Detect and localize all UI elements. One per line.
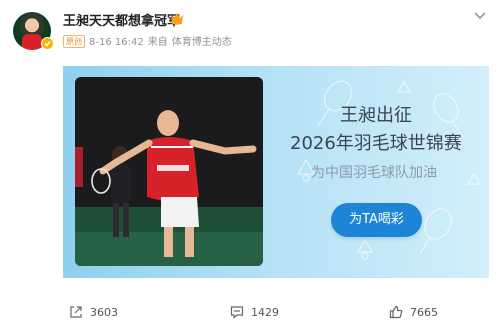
post-source[interactable]: 体育博主动态 [172,37,232,48]
post-time[interactable]: 8-16 16:42 [89,37,144,48]
repost-action[interactable]: 3603 [69,305,118,319]
banner-headline-line2: 2026年羽毛球世锦赛 [290,133,462,154]
chevron-down-icon[interactable] [470,8,490,22]
author-name[interactable]: 王昶天天都想拿冠军 [63,10,180,29]
original-tag: 原创 [63,35,85,48]
cheer-button[interactable]: 为TA喝彩 [331,203,422,237]
banner-headline-line1: 王昶出征 [340,105,412,126]
source-prefix: 来自 [147,37,168,48]
post-meta: 原创 8-16 16:42 来自 体育博主动态 [63,33,232,48]
comment-count: 1429 [251,306,279,319]
repost-icon [70,306,82,318]
comment-icon [230,306,244,319]
player-photo [75,77,263,266]
verified-badge-icon [41,37,54,50]
banner-subline: 为中国羽毛球队加油 [311,165,437,181]
repost-count: 3603 [90,306,118,319]
like-action[interactable]: 7665 [389,305,438,319]
like-count: 7665 [410,306,438,319]
comment-action[interactable]: 1429 [230,305,279,319]
crown-icon [170,10,184,29]
like-icon [389,305,403,319]
